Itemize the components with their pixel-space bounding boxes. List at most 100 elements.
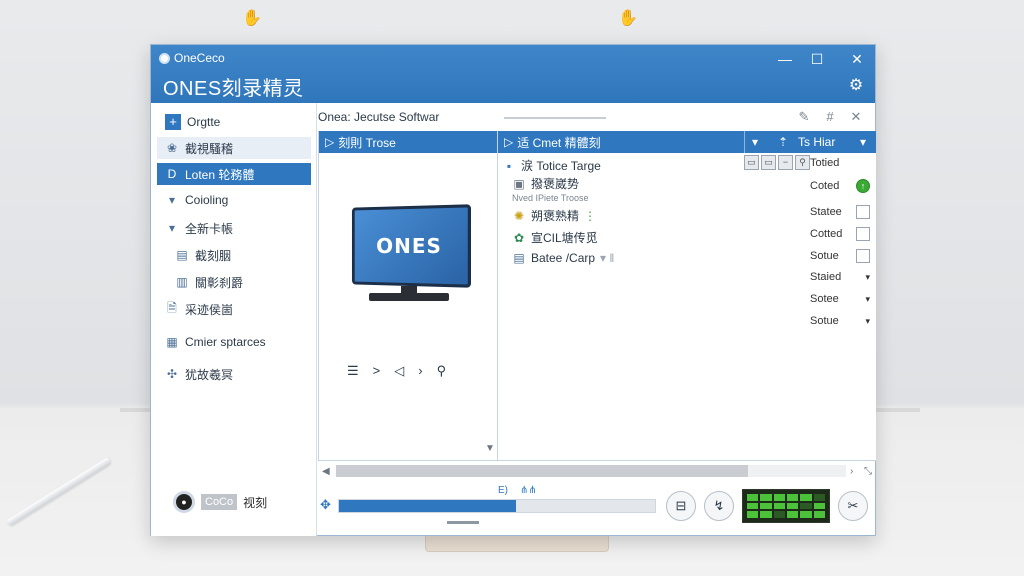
sidebar-item-label: Cmier sptarces: [185, 335, 266, 349]
sidebar-item-label: 截刻胭: [195, 248, 232, 263]
wall-hook-left-icon: ✋: [242, 10, 262, 27]
chevron-right-icon[interactable]: ›: [418, 363, 422, 379]
burn-progress-bar: [338, 499, 656, 513]
status-label: Sotue: [810, 315, 839, 327]
meter-cell: [800, 502, 812, 510]
scroll-right-icon[interactable]: ›: [850, 466, 853, 477]
progress-labels: E) ⋔⋔: [498, 485, 537, 496]
wall-hook-right-icon: ✋: [618, 10, 638, 27]
menu-icon[interactable]: ☰: [347, 363, 359, 379]
file-column-name[interactable]: 适 Cmet 精體刻: [517, 134, 600, 151]
sidebar-item-2[interactable]: D Loten 轮務體: [157, 163, 311, 185]
list-item[interactable]: ▪ 涙 Totice Targe: [502, 157, 601, 174]
more-icon[interactable]: ⋮: [584, 209, 596, 223]
meter-cell: [760, 502, 772, 510]
chevron-down-icon[interactable]: ▾: [865, 316, 870, 327]
column-divider[interactable]: [744, 131, 745, 153]
sidebar-item-5[interactable]: ▤ 截刻胭: [167, 244, 321, 266]
minus-icon[interactable]: −: [778, 155, 793, 170]
next-icon[interactable]: >: [373, 363, 381, 379]
checkbox[interactable]: [856, 249, 870, 263]
user-area[interactable]: ● CoCo 视刻: [173, 491, 267, 513]
view-grid-icon[interactable]: ▭: [761, 155, 776, 170]
dropdown-icon[interactable]: ▾ ‖: [600, 251, 614, 265]
list-item-label: 涙 Totice Targe: [521, 159, 601, 173]
check-ok-icon[interactable]: ↑: [856, 179, 870, 193]
chevron-down-icon[interactable]: ▾: [865, 294, 870, 305]
magic-wand-icon[interactable]: ✎: [796, 109, 812, 125]
calendar-icon: ▤: [176, 248, 188, 262]
sidebar: + Orgtte ❀ 截視騷稽 D Loten 轮務體 ▾ Coioling ▾…: [151, 103, 317, 536]
scroll-left-icon[interactable]: ◀: [322, 466, 330, 477]
sidebar-item-4[interactable]: ▾ 全新卡帳: [157, 217, 311, 239]
maximize-button[interactable]: ☐: [805, 49, 829, 69]
sidebar-item-8[interactable]: ▦ Cmier sptarces: [157, 331, 311, 353]
sidebar-item-9[interactable]: ✣ 犹故羲冥: [157, 363, 311, 385]
sidebar-item-label: 全新卡帳: [185, 221, 234, 236]
close-button[interactable]: ✕: [845, 49, 869, 69]
meter-cell: [773, 511, 785, 518]
zoom-slider[interactable]: [504, 117, 606, 119]
list-item-sublabel: Nved IPiete Troose: [512, 193, 589, 203]
list-item[interactable]: ✺ 朔褒熟精 ⋮: [512, 207, 596, 224]
preview-pane: ▷ 刻則 Trose ONES ☰ > ◁ › ⚲ ▼: [318, 131, 498, 461]
hash-icon[interactable]: #: [822, 109, 838, 125]
chevron-down-icon[interactable]: ▾: [865, 272, 870, 283]
handle-bar: [447, 521, 479, 524]
list-item[interactable]: ✿ 宣CIL塘传觅: [512, 229, 598, 246]
sidebar-item-6[interactable]: ▥ 關彰刹爵: [167, 271, 321, 293]
plant-icon: ✿: [513, 230, 525, 245]
toolbar: Onea: Jecutse Softwar ✎ # ✕: [318, 103, 876, 131]
stylus-pen: [6, 456, 112, 527]
search-icon[interactable]: ⚲: [795, 155, 810, 170]
sidebar-item-label: 關彰刹爵: [195, 275, 244, 290]
status-label: Sotee: [810, 293, 839, 305]
sidebar-item-organize[interactable]: + Orgtte: [157, 111, 311, 133]
sort-dropdown[interactable]: ▾: [752, 135, 758, 149]
checkbox[interactable]: [856, 227, 870, 241]
document-icon: 🗎: [167, 300, 177, 315]
gear-icon[interactable]: ⚙: [847, 77, 865, 95]
horizontal-scrollbar[interactable]: ◀ › ⤡: [318, 463, 876, 479]
list-item[interactable]: ▤ Batee /Carp ▾ ‖: [512, 251, 614, 265]
level-meter: [742, 489, 830, 523]
sidebar-item-label: Orgtte: [187, 115, 221, 129]
view-list-icon[interactable]: ▭: [744, 155, 759, 170]
status-row: Totied: [810, 157, 870, 169]
column-options-icon[interactable]: ▾: [860, 135, 866, 149]
close-icon[interactable]: ✕: [848, 109, 864, 125]
path-label: Onea: Jecutse Softwar: [318, 110, 440, 124]
file-pane-header: ▷ 适 Cmet 精體刻 ▾ ⇡ Ts Hiar ▾: [498, 131, 876, 153]
file-column-status[interactable]: Ts Hiar: [798, 135, 835, 149]
main-area: Onea: Jecutse Softwar ✎ # ✕ ▷ 刻則 Trose O…: [318, 103, 876, 536]
bottom-bar: ✥ E) ⋔⋔ ⊟ ↯ ✂: [318, 485, 876, 535]
app-logo-icon: [159, 52, 170, 64]
preview-pane-header[interactable]: ▷ 刻則 Trose: [319, 131, 497, 153]
expand-icon[interactable]: ⤡: [864, 466, 872, 477]
sidebar-item-7[interactable]: 🗎 采迹侯崮: [157, 298, 311, 320]
sidebar-item-3[interactable]: ▾ Coioling: [157, 189, 311, 211]
share-icon[interactable]: ✥: [320, 497, 331, 513]
tools-button[interactable]: ✂: [838, 491, 868, 521]
meter-cell: [813, 494, 825, 501]
minimize-button[interactable]: —: [773, 49, 797, 69]
sync-button[interactable]: ↯: [704, 491, 734, 521]
eject-button[interactable]: ⊟: [666, 491, 696, 521]
checkbox[interactable]: [856, 205, 870, 219]
sort-up-icon[interactable]: ⇡: [778, 135, 788, 149]
app-title: ONES刻录精灵: [163, 78, 304, 100]
meter-cell: [786, 511, 799, 518]
bullet-icon: ▪: [506, 158, 512, 173]
sun-icon: ✺: [513, 208, 525, 223]
search-icon[interactable]: ⚲: [437, 363, 447, 379]
meter-cell: [773, 502, 785, 510]
list-item-label: Batee /Carp: [531, 251, 596, 265]
list-item-label: 撥褒崴势: [531, 177, 580, 191]
meter-cell: [813, 511, 825, 518]
scroll-thumb[interactable]: [336, 465, 748, 477]
sidebar-item-1[interactable]: ❀ 截視騷稽: [157, 137, 311, 159]
scroll-down-icon[interactable]: ▼: [485, 443, 495, 454]
prev-icon[interactable]: ◁: [394, 363, 404, 379]
list-item[interactable]: ▣ 撥褒崴势: [512, 175, 579, 192]
status-row: Statee: [810, 205, 870, 219]
